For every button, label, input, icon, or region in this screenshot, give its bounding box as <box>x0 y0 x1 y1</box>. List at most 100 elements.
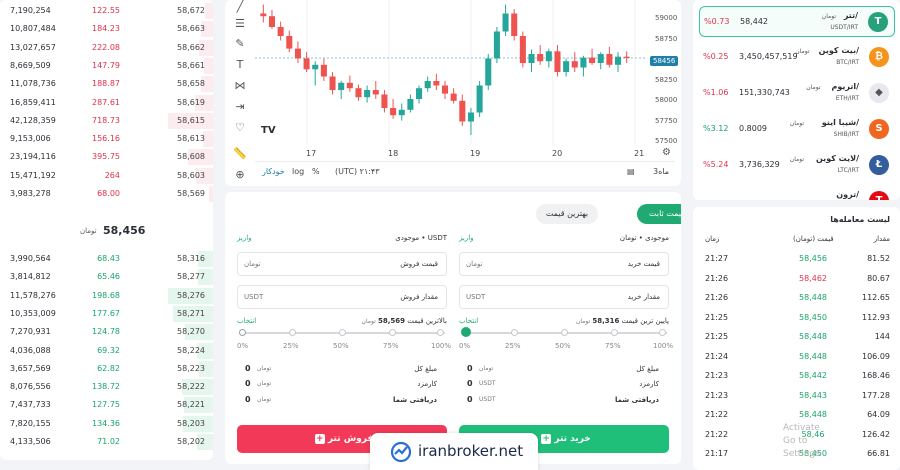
order-book-row[interactable]: 7,190,254 122.55 58,672 <box>0 2 213 20</box>
order-book-row[interactable]: 23,194,116 395.75 58,608 <box>0 148 213 166</box>
order-book-row[interactable]: 7,437,733 127.75 58,221 <box>0 396 213 414</box>
candle-body[interactable] <box>329 76 336 91</box>
order-book-row[interactable]: 10,353,009 177.67 58,271 <box>0 305 213 323</box>
log-toggle[interactable]: log <box>292 167 304 176</box>
slider-knob[interactable] <box>239 329 246 336</box>
candle-body[interactable] <box>286 36 293 49</box>
candle-body[interactable] <box>545 51 552 62</box>
candle-body[interactable] <box>260 13 267 17</box>
measure-tool-icon[interactable]: ⇥ <box>233 100 247 114</box>
candle-body[interactable] <box>623 56 630 58</box>
order-book-row[interactable]: 4,036,088 69.32 58,224 <box>0 342 213 360</box>
market-row[interactable]: ◆ اتریوم/تومان ETH/IRT 151,330,743 %1.06 <box>699 78 895 109</box>
pct-label[interactable]: 50% <box>333 342 349 350</box>
order-book-row[interactable]: 11,578,276 198.68 58,276 <box>0 287 213 305</box>
buy-choose-link[interactable]: انتخاب <box>459 317 478 325</box>
candle-body[interactable] <box>554 51 561 72</box>
slider-step[interactable] <box>659 329 666 336</box>
buy-price-input[interactable]: قیمت خرید تومان <box>459 252 669 276</box>
candle-body[interactable] <box>407 99 414 110</box>
candle-body[interactable] <box>606 54 613 65</box>
slider-step[interactable] <box>289 329 296 336</box>
x-axis-settings-icon[interactable]: ⚙ <box>662 147 671 158</box>
pct-label[interactable]: 75% <box>605 342 621 350</box>
pct-label[interactable]: 25% <box>283 342 299 350</box>
candle-body[interactable] <box>580 57 587 68</box>
candle-body[interactable] <box>424 81 431 89</box>
candle-body[interactable] <box>303 58 310 70</box>
order-book-row[interactable]: 7,820,155 134.36 58,203 <box>0 415 213 433</box>
market-row[interactable]: S شیبا اینو/تومان SHIB/IRT 0.8009 %3.12 <box>699 114 895 145</box>
price-chart[interactable]: ╱ ☰ ✎ T ⋈ ⇥ ♡ 📏 ⊕ TV 5900058750585005825… <box>225 0 681 186</box>
slider-step[interactable] <box>389 329 396 336</box>
order-book-row[interactable]: 8,076,556 138.72 58,222 <box>0 378 213 396</box>
auto-toggle[interactable]: خودکار <box>262 167 285 176</box>
ruler-icon[interactable]: 📏 <box>233 147 247 161</box>
candle-body[interactable] <box>372 90 379 95</box>
line-tool-icon[interactable]: ╱ <box>233 0 247 14</box>
candle-body[interactable] <box>398 109 405 116</box>
tab-best-price[interactable]: بهترین قیمت <box>536 204 598 224</box>
pct-label[interactable]: 50% <box>555 342 571 350</box>
sell-amount-input[interactable]: مقدار فروش USDT <box>237 285 447 309</box>
candle-body[interactable] <box>346 82 353 89</box>
order-book-row[interactable]: 3,814,812 65.46 58,277 <box>0 268 213 286</box>
order-book-row[interactable]: 8,669,509 147.79 58,661 <box>0 57 213 75</box>
slider-step[interactable] <box>511 329 518 336</box>
pattern-tool-icon[interactable]: ⋈ <box>233 79 247 93</box>
candle-body[interactable] <box>390 108 397 116</box>
sell-choose-link[interactable]: انتخاب <box>237 317 256 325</box>
candle-body[interactable] <box>476 85 483 113</box>
order-book-row[interactable]: 3,983,278 68.00 58,569 <box>0 185 213 203</box>
candle-body[interactable] <box>450 93 457 101</box>
pct-label[interactable]: 75% <box>383 342 399 350</box>
candle-body[interactable] <box>433 81 440 86</box>
candle-body[interactable] <box>563 61 570 72</box>
order-book-row[interactable]: 16,859,411 287.61 58,619 <box>0 94 213 112</box>
favorites-heart-icon[interactable]: ♡ <box>233 121 247 135</box>
sell-deposit-link[interactable]: واریز <box>237 234 252 242</box>
brush-tool-icon[interactable]: ✎ <box>233 37 247 51</box>
candle-body[interactable] <box>528 54 535 63</box>
market-row[interactable]: T ترون/ <box>699 186 895 200</box>
candle-body[interactable] <box>355 88 362 98</box>
buy-deposit-link[interactable]: واریز <box>459 234 474 242</box>
candle-body[interactable] <box>519 36 526 63</box>
candle-body[interactable] <box>364 90 371 98</box>
candlestick-plot[interactable] <box>255 0 647 144</box>
order-book-row[interactable]: 3,990,564 68.43 58,316 <box>0 250 213 268</box>
market-row[interactable]: ₿ بیت کوین/تومان BTC/IRT 3,450,457,519 %0.25 <box>699 42 895 73</box>
candle-body[interactable] <box>320 64 327 77</box>
pct-label[interactable]: 100% <box>653 342 673 350</box>
slider-step[interactable] <box>339 329 346 336</box>
pct-label[interactable]: 0% <box>237 342 248 350</box>
range-button[interactable]: 3ماه <box>653 167 669 176</box>
order-book-row[interactable]: 10,807,484 184.23 58,663 <box>0 20 213 38</box>
pct-label[interactable]: 100% <box>431 342 451 350</box>
candle-body[interactable] <box>338 82 345 90</box>
order-book-row[interactable]: 15,471,192 264 58,603 <box>0 167 213 185</box>
order-book-row[interactable]: 7,270,931 124.78 58,270 <box>0 323 213 341</box>
slider-step[interactable] <box>437 329 444 336</box>
slider-knob[interactable] <box>461 327 471 337</box>
candle-body[interactable] <box>312 64 319 70</box>
percent-toggle[interactable]: % <box>312 167 320 176</box>
order-book-row[interactable]: 42,128,359 718.73 58,615 <box>0 112 213 130</box>
candle-body[interactable] <box>459 100 466 122</box>
horizontal-lines-icon[interactable]: ☰ <box>233 17 247 31</box>
candle-body[interactable] <box>416 88 423 99</box>
candle-body[interactable] <box>614 56 622 65</box>
candle-body[interactable] <box>571 61 578 68</box>
order-book-row[interactable]: 11,078,736 188.87 58,658 <box>0 75 213 93</box>
order-book-row[interactable]: 13,027,657 222.08 58,662 <box>0 39 213 57</box>
market-row[interactable]: T تتر/تومان USDT/IRT 58,442 %0.73 <box>699 6 895 37</box>
candle-body[interactable] <box>294 48 301 59</box>
sell-price-input[interactable]: قیمت فروش تومان <box>237 252 447 276</box>
sell-percent-slider[interactable] <box>239 329 445 336</box>
pct-label[interactable]: 0% <box>459 342 470 350</box>
candle-body[interactable] <box>485 58 492 86</box>
zoom-icon[interactable]: ⊕ <box>233 168 247 182</box>
candle-body[interactable] <box>467 112 474 122</box>
slider-step[interactable] <box>561 329 568 336</box>
candle-body[interactable] <box>502 13 509 32</box>
